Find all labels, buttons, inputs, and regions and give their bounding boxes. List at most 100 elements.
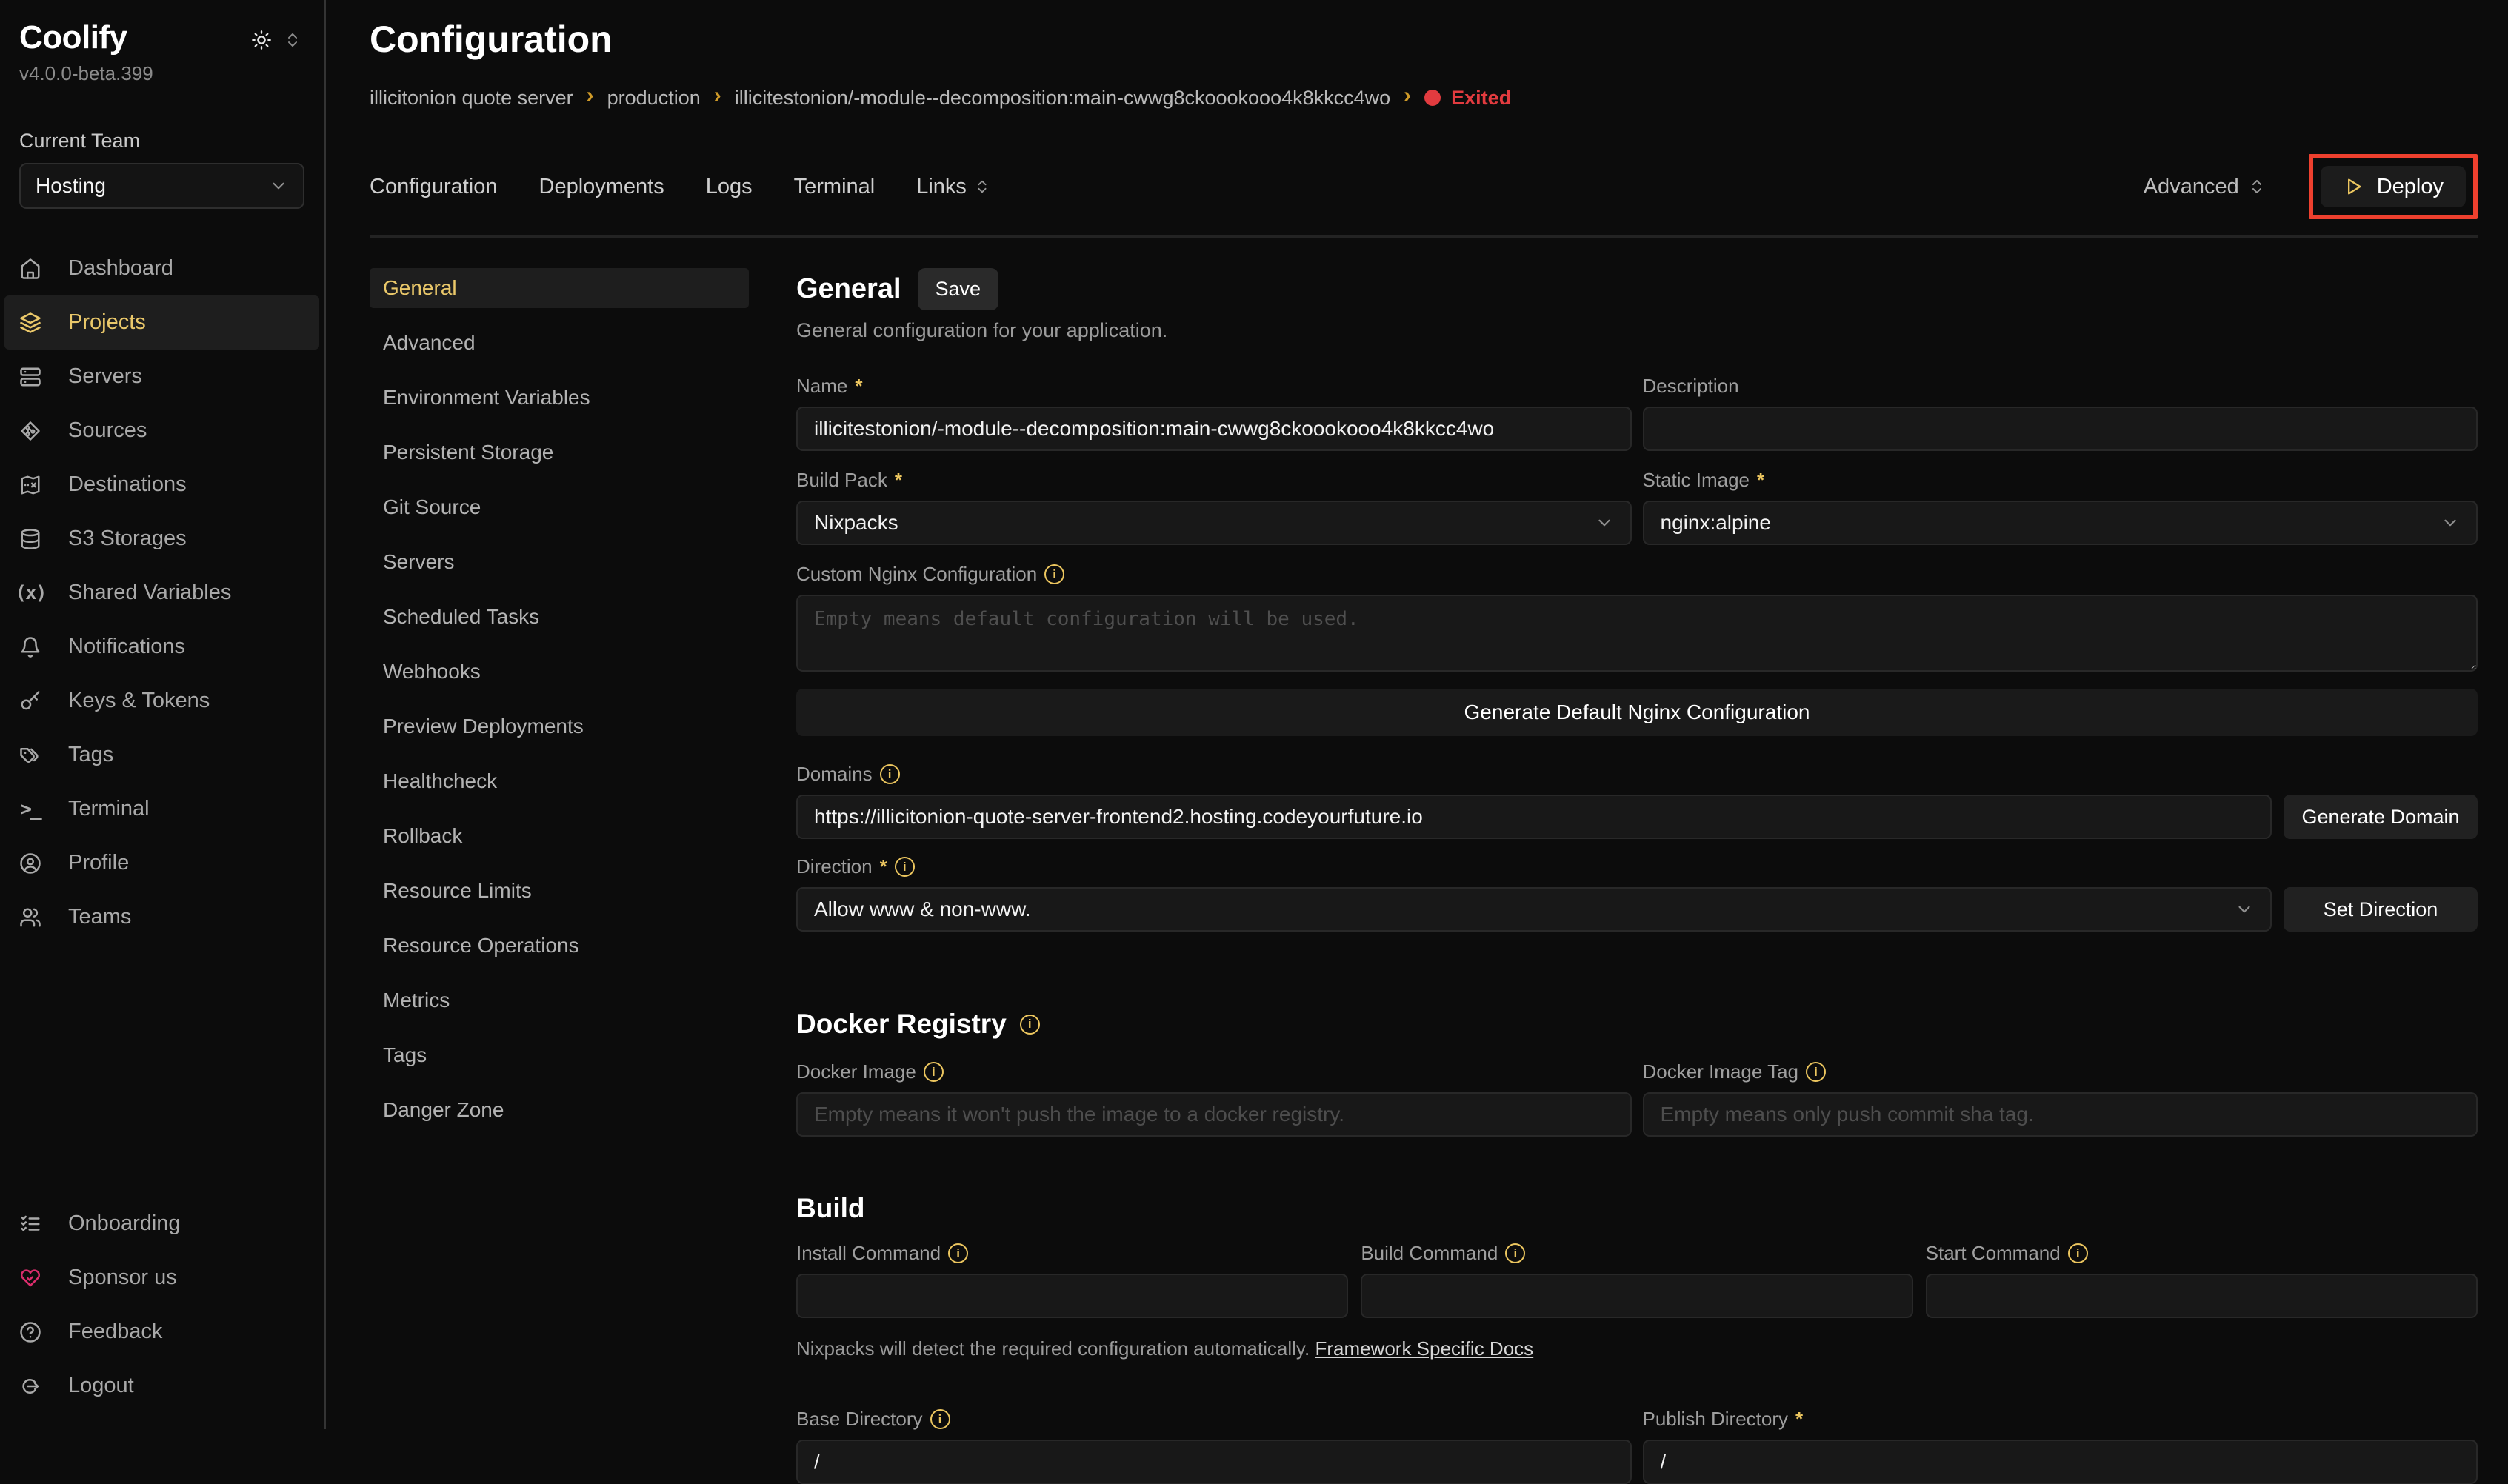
sidebar-item-logout[interactable]: Logout xyxy=(4,1359,319,1413)
sidebar-item-teams[interactable]: Teams xyxy=(4,890,319,944)
required-asterisk xyxy=(895,469,902,492)
docker-image-tag-label: Docker Image Tag xyxy=(1643,1060,1799,1083)
breadcrumb-separator-icon xyxy=(714,84,721,111)
sidebar-item-s3-storages[interactable]: S3 Storages xyxy=(4,512,319,566)
name-input[interactable] xyxy=(796,407,1632,451)
subnav-persistent-storage[interactable]: Persistent Storage xyxy=(370,432,749,472)
layers-icon xyxy=(18,312,43,334)
tab-terminal[interactable]: Terminal xyxy=(794,175,876,199)
base-directory-input[interactable] xyxy=(796,1440,1632,1484)
team-select[interactable]: Hosting xyxy=(19,163,304,209)
required-asterisk xyxy=(1795,1408,1803,1431)
save-button[interactable]: Save xyxy=(918,268,999,310)
start-command-input[interactable] xyxy=(1926,1274,2478,1318)
sidebar-item-tags[interactable]: Tags xyxy=(4,728,319,782)
domains-input[interactable] xyxy=(796,795,2272,839)
subnav-servers[interactable]: Servers xyxy=(370,542,749,582)
user-circle-icon xyxy=(18,852,43,875)
static-image-select[interactable]: nginx:alpine xyxy=(1643,501,2478,545)
docker-image-input[interactable] xyxy=(796,1092,1632,1137)
info-icon[interactable] xyxy=(1806,1062,1826,1082)
info-icon[interactable] xyxy=(1044,564,1064,584)
build-command-input[interactable] xyxy=(1361,1274,1912,1318)
tab-links[interactable]: Links xyxy=(916,175,990,199)
tab-bar: Configuration Deployments Logs Terminal … xyxy=(370,154,2478,219)
breadcrumb-application[interactable]: illicitestonion/-module--decomposition:m… xyxy=(735,87,1390,110)
tab-configuration[interactable]: Configuration xyxy=(370,175,498,199)
breadcrumb-environment[interactable]: production xyxy=(607,87,701,110)
info-icon[interactable] xyxy=(2068,1243,2088,1263)
theme-switcher[interactable] xyxy=(251,30,301,50)
chevron-down-icon xyxy=(2235,900,2254,919)
subnav-scheduled-tasks[interactable]: Scheduled Tasks xyxy=(370,597,749,637)
install-command-label: Install Command xyxy=(796,1242,941,1265)
subnav-git-source[interactable]: Git Source xyxy=(370,487,749,527)
subnav-environment-variables[interactable]: Environment Variables xyxy=(370,378,749,418)
status-badge: Exited xyxy=(1424,87,1511,110)
sidebar-item-terminal[interactable]: >_ Terminal xyxy=(4,782,319,836)
publish-directory-input[interactable] xyxy=(1643,1440,2478,1484)
static-image-label: Static Image xyxy=(1643,469,1750,492)
direction-select[interactable]: Allow www & non-www. xyxy=(796,887,2272,932)
sidebar-footer: Onboarding Sponsor us Feedback Logout xyxy=(0,1197,324,1413)
tab-deployments[interactable]: Deployments xyxy=(539,175,664,199)
sidebar-item-projects[interactable]: Projects xyxy=(4,295,319,350)
breadcrumb-project[interactable]: illicitonion quote server xyxy=(370,87,573,110)
sidebar-item-destinations[interactable]: Destinations xyxy=(4,458,319,512)
chevron-down-icon xyxy=(2441,513,2460,532)
subnav-rollback[interactable]: Rollback xyxy=(370,816,749,856)
deploy-button[interactable]: Deploy xyxy=(2321,166,2466,207)
set-direction-button[interactable]: Set Direction xyxy=(2284,887,2478,932)
sidebar-item-notifications[interactable]: Notifications xyxy=(4,620,319,674)
subnav-advanced[interactable]: Advanced xyxy=(370,323,749,363)
info-icon[interactable] xyxy=(930,1409,950,1429)
sidebar-item-sources[interactable]: Sources xyxy=(4,404,319,458)
general-form: General Save General configuration for y… xyxy=(796,268,2478,1484)
sidebar-item-dashboard[interactable]: Dashboard xyxy=(4,241,319,295)
build-pack-select[interactable]: Nixpacks xyxy=(796,501,1632,545)
install-command-input[interactable] xyxy=(796,1274,1348,1318)
publish-directory-label: Publish Directory xyxy=(1643,1408,1789,1431)
chevron-down-icon xyxy=(269,176,288,195)
required-asterisk xyxy=(880,855,887,878)
tab-logs[interactable]: Logs xyxy=(706,175,753,199)
subnav-metrics[interactable]: Metrics xyxy=(370,980,749,1020)
subnav-resource-operations[interactable]: Resource Operations xyxy=(370,926,749,966)
description-input[interactable] xyxy=(1643,407,2478,451)
sidebar-item-feedback[interactable]: Feedback xyxy=(4,1305,319,1359)
docker-registry-heading: Docker Registry xyxy=(796,1009,1007,1040)
nixpacks-note: Nixpacks will detect the required config… xyxy=(796,1337,2478,1360)
tags-icon xyxy=(18,744,43,766)
info-icon[interactable] xyxy=(1505,1243,1525,1263)
deploy-highlight-annotation: Deploy xyxy=(2309,154,2478,219)
info-icon[interactable] xyxy=(948,1243,968,1263)
info-icon[interactable] xyxy=(880,764,900,784)
subnav-danger-zone[interactable]: Danger Zone xyxy=(370,1090,749,1130)
docker-image-tag-input[interactable] xyxy=(1643,1092,2478,1137)
app-version: v4.0.0-beta.399 xyxy=(0,56,324,85)
sidebar-item-servers[interactable]: Servers xyxy=(4,350,319,404)
subnav-preview-deployments[interactable]: Preview Deployments xyxy=(370,706,749,746)
git-icon xyxy=(18,420,43,442)
direction-label: Direction xyxy=(796,855,873,878)
sidebar-item-sponsor[interactable]: Sponsor us xyxy=(4,1251,319,1305)
framework-docs-link[interactable]: Framework Specific Docs xyxy=(1315,1337,1533,1360)
sidebar-item-keys-tokens[interactable]: Keys & Tokens xyxy=(4,674,319,728)
advanced-dropdown[interactable]: Advanced xyxy=(2144,175,2266,199)
info-icon[interactable] xyxy=(924,1062,944,1082)
generate-domain-button[interactable]: Generate Domain xyxy=(2284,795,2478,839)
info-icon[interactable] xyxy=(895,857,915,877)
subnav-tags[interactable]: Tags xyxy=(370,1035,749,1075)
sidebar-item-onboarding[interactable]: Onboarding xyxy=(4,1197,319,1251)
app-logo[interactable]: Coolify xyxy=(19,19,127,56)
info-icon[interactable] xyxy=(1020,1015,1040,1035)
subnav-general[interactable]: General xyxy=(370,268,749,308)
current-team-label: Current Team xyxy=(0,85,324,153)
subnav-healthcheck[interactable]: Healthcheck xyxy=(370,761,749,801)
sidebar-item-profile[interactable]: Profile xyxy=(4,836,319,890)
subnav-webhooks[interactable]: Webhooks xyxy=(370,652,749,692)
sidebar-item-shared-variables[interactable]: (x) Shared Variables xyxy=(4,566,319,620)
generate-nginx-config-button[interactable]: Generate Default Nginx Configuration xyxy=(796,689,2478,736)
subnav-resource-limits[interactable]: Resource Limits xyxy=(370,871,749,911)
nginx-config-textarea[interactable] xyxy=(796,595,2478,672)
